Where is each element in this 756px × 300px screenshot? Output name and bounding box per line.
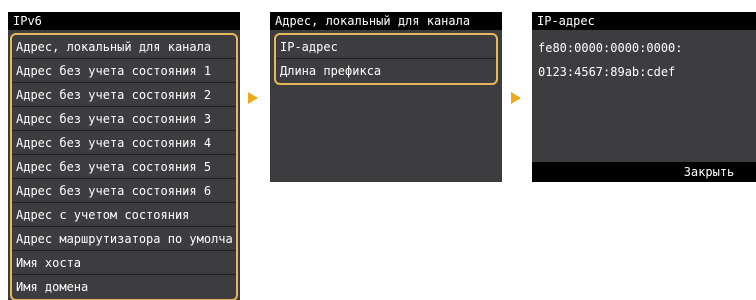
screen-title: IP-адрес bbox=[532, 12, 756, 30]
ip-address-value: fe80:0000:0000:0000: 0123:4567:89ab:cdef bbox=[538, 36, 683, 84]
close-button[interactable]: Закрыть bbox=[662, 162, 756, 182]
menu-item-stateless-address-6[interactable]: Адрес без учета состояния 6 bbox=[12, 179, 236, 203]
ipv6-menu-list: Адрес, локальный для канала Адрес без уч… bbox=[10, 33, 238, 300]
menu-item-stateless-address-2[interactable]: Адрес без учета состояния 2 bbox=[12, 83, 236, 107]
menu-item-host-name[interactable]: Имя хоста bbox=[12, 251, 236, 275]
link-local-menu-list: IP-адрес Длина префикса bbox=[274, 33, 498, 85]
bottom-bar: Закрыть bbox=[532, 162, 756, 182]
menu-item-prefix-length[interactable]: Длина префикса bbox=[276, 59, 496, 83]
ip-address-screen: IP-адрес fe80:0000:0000:0000: 0123:4567:… bbox=[532, 12, 756, 182]
menu-item-stateless-address-1[interactable]: Адрес без учета состояния 1 bbox=[12, 59, 236, 83]
arrow-right-icon bbox=[511, 92, 521, 104]
screen-title: IPv6 bbox=[8, 12, 240, 30]
menu-item-ip-address[interactable]: IP-адрес bbox=[276, 35, 496, 59]
menu-item-link-local-address[interactable]: Адрес, локальный для канала bbox=[12, 35, 236, 59]
screen-title: Адрес, локальный для канала bbox=[270, 12, 502, 30]
link-local-address-screen: Адрес, локальный для канала IP-адрес Дли… bbox=[270, 12, 502, 182]
menu-item-stateless-address-5[interactable]: Адрес без учета состояния 5 bbox=[12, 155, 236, 179]
arrow-right-icon bbox=[248, 92, 258, 104]
menu-item-domain-name[interactable]: Имя домена bbox=[12, 275, 236, 299]
ip-address-line-2: 0123:4567:89ab:cdef bbox=[538, 65, 676, 79]
menu-item-default-router-address[interactable]: Адрес маршрутизатора по умолча bbox=[12, 227, 236, 251]
menu-item-stateful-address[interactable]: Адрес с учетом состояния bbox=[12, 203, 236, 227]
menu-item-stateless-address-4[interactable]: Адрес без учета состояния 4 bbox=[12, 131, 236, 155]
ipv6-screen: IPv6 Адрес, локальный для канала Адрес б… bbox=[8, 12, 240, 300]
ip-address-line-1: fe80:0000:0000:0000: bbox=[538, 41, 683, 55]
menu-item-stateless-address-3[interactable]: Адрес без учета состояния 3 bbox=[12, 107, 236, 131]
